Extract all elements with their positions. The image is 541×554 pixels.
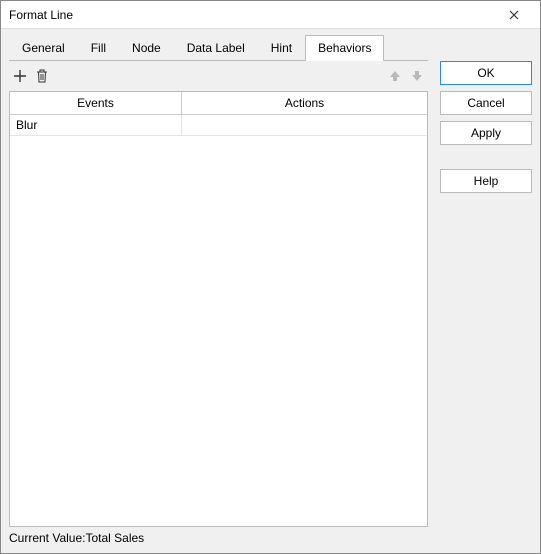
tab-general[interactable]: General [9, 35, 78, 60]
tab-data-label[interactable]: Data Label [174, 35, 258, 60]
title-bar: Format Line [1, 1, 540, 29]
delete-button[interactable] [31, 65, 53, 87]
trash-icon [35, 69, 49, 83]
main-column: General Fill Node Data Label Hint Behavi… [9, 35, 428, 545]
table-row[interactable]: Blur [10, 115, 427, 136]
tab-behaviors[interactable]: Behaviors [305, 35, 384, 61]
cancel-button[interactable]: Cancel [440, 91, 532, 115]
behaviors-table: Events Actions Blur [9, 91, 428, 527]
arrow-down-icon [410, 69, 424, 83]
status-label: Current Value: [9, 531, 85, 545]
status-bar: Current Value:Total Sales [9, 527, 428, 545]
close-icon [509, 10, 519, 20]
behaviors-toolbar [9, 61, 428, 91]
window-title: Format Line [9, 8, 494, 22]
dialog-window: Format Line General Fill Node Data Label… [0, 0, 541, 554]
event-cell[interactable]: Blur [10, 115, 182, 135]
dialog-body: General Fill Node Data Label Hint Behavi… [1, 29, 540, 553]
tab-fill[interactable]: Fill [78, 35, 119, 60]
arrow-up-icon [388, 69, 402, 83]
apply-button[interactable]: Apply [440, 121, 532, 145]
add-button[interactable] [9, 65, 31, 87]
tab-strip: General Fill Node Data Label Hint Behavi… [9, 35, 428, 61]
tab-hint[interactable]: Hint [258, 35, 305, 60]
help-button[interactable]: Help [440, 169, 532, 193]
tab-node[interactable]: Node [119, 35, 174, 60]
close-button[interactable] [494, 4, 534, 26]
table-body: Blur [10, 115, 427, 526]
plus-icon [13, 69, 27, 83]
events-column-header[interactable]: Events [10, 92, 182, 114]
table-header: Events Actions [10, 92, 427, 115]
button-column: OK Cancel Apply Help [440, 35, 532, 545]
move-down-button[interactable] [406, 65, 428, 87]
action-cell[interactable] [182, 115, 427, 135]
actions-column-header[interactable]: Actions [182, 92, 427, 114]
status-value: Total Sales [85, 531, 144, 545]
ok-button[interactable]: OK [440, 61, 532, 85]
move-up-button[interactable] [384, 65, 406, 87]
